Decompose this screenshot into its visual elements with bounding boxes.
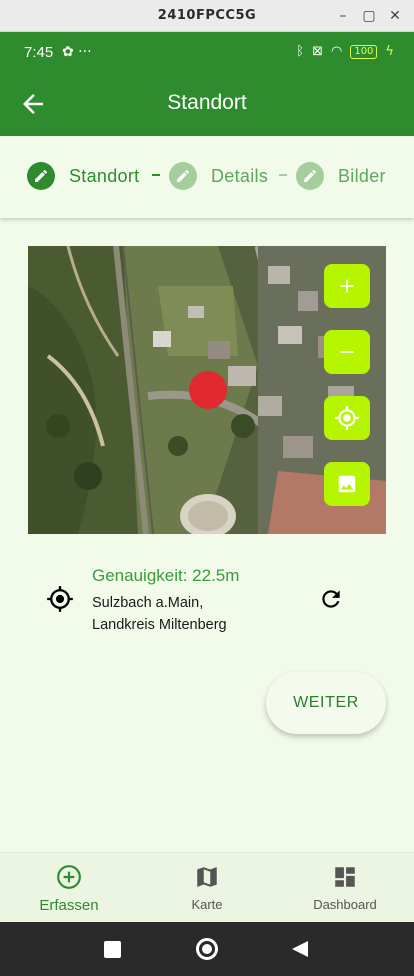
page-title: Standort (167, 91, 247, 114)
step-details[interactable]: Details (169, 162, 268, 190)
edit-icon (296, 162, 324, 190)
step-connector (279, 174, 287, 176)
home-icon[interactable] (196, 938, 218, 960)
battery-icon: 100 (350, 44, 378, 59)
step-indicator: Standort Details Bilder (0, 136, 414, 218)
nav-label: Erfassen (39, 897, 99, 914)
edit-icon (169, 162, 197, 190)
map-icon (197, 867, 217, 887)
nav-item-dashboard[interactable]: Dashboard (285, 863, 405, 912)
location-marker (189, 371, 227, 409)
status-bar: 7:45 ✿ ··· ᛒ ⊠ ◠ 100 ϟ (0, 32, 414, 74)
map-layer-button[interactable] (324, 462, 370, 506)
charging-icon: ϟ (385, 44, 394, 59)
minimize-icon[interactable]: – (334, 7, 352, 25)
zoom-in-button[interactable] (324, 264, 370, 308)
gps-fixed-icon (47, 586, 73, 612)
maximize-icon[interactable]: ▢ (360, 7, 378, 25)
address-text: Sulzbach a.Main, Landkreis Miltenberg (92, 592, 227, 636)
nav-label: Karte (191, 897, 223, 912)
step-label: Bilder (338, 165, 386, 186)
refresh-icon[interactable] (318, 586, 344, 612)
step-label: Details (211, 165, 269, 186)
zoom-out-icon (340, 351, 354, 353)
step-label: Standort (69, 165, 140, 186)
bluetooth-icon: ᛒ (296, 44, 305, 59)
close-icon[interactable]: ✕ (386, 7, 404, 25)
bottom-navigation: Erfassen Karte Dashboard (0, 852, 414, 922)
nav-item-erfassen[interactable]: Erfassen (9, 863, 129, 914)
system-navigation-bar (0, 922, 414, 976)
next-button[interactable]: WEITER (266, 672, 386, 734)
my-location-icon (335, 406, 359, 430)
nav-label: Dashboard (313, 897, 377, 912)
layers-image-icon (338, 475, 356, 493)
zoom-out-button[interactable] (324, 330, 370, 374)
status-time: 7:45 (24, 44, 54, 61)
address-line-1: Sulzbach a.Main, (92, 595, 204, 611)
edit-icon (27, 162, 55, 190)
zoom-in-icon (340, 279, 354, 293)
nav-item-karte[interactable]: Karte (147, 863, 267, 912)
app-bar: Standort (0, 74, 414, 136)
add-circle-icon (57, 865, 81, 889)
notification-icons: ✿ ··· (62, 44, 92, 60)
satellite-map[interactable] (28, 246, 386, 534)
back-triangle-icon[interactable] (290, 939, 310, 959)
step-connector (152, 174, 160, 176)
emulator-title-bar: 2410FPCC5G – ▢ ✕ (0, 0, 414, 32)
address-line-2: Landkreis Miltenberg (92, 617, 227, 633)
step-bilder[interactable]: Bilder (296, 162, 386, 190)
my-location-button[interactable] (324, 396, 370, 440)
system-icons: ᛒ ⊠ ◠ 100 ϟ (296, 44, 394, 59)
step-standort[interactable]: Standort (27, 162, 139, 190)
dashboard-icon (335, 867, 355, 887)
accuracy-text: Genauigkeit: 22.5m (92, 566, 240, 585)
sim-icon: ⊠ (312, 44, 323, 59)
wifi-icon: ◠ (330, 44, 343, 59)
recents-icon[interactable] (104, 941, 121, 958)
